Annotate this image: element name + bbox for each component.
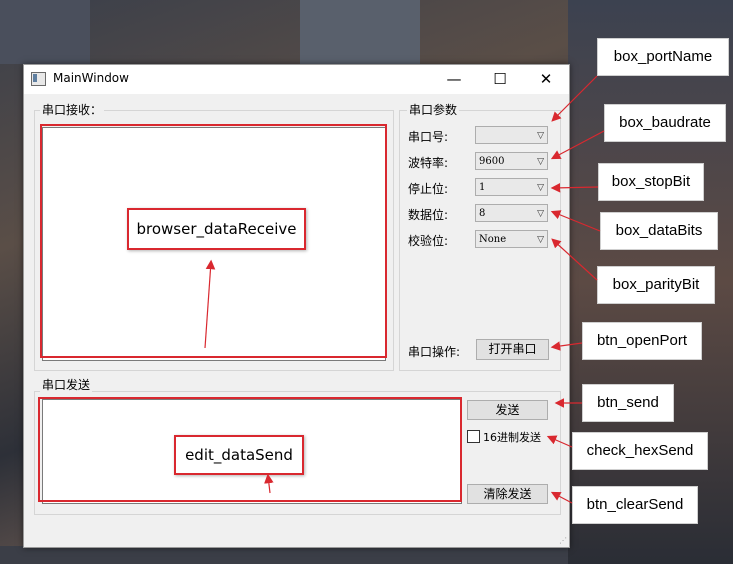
- arrow-open-port: [550, 341, 583, 351]
- arrow-data-bits: [550, 210, 601, 232]
- arrow-baudrate: [550, 130, 605, 160]
- annotation-arrows: [204, 75, 605, 504]
- arrow-receive: [204, 259, 216, 349]
- arrow-send-edit: [264, 473, 274, 494]
- arrow-clear-send: [550, 491, 573, 504]
- arrow-port-name: [551, 75, 598, 122]
- arrow-hex-send: [546, 435, 573, 448]
- arrow-parity-bit: [551, 238, 598, 281]
- arrow-stop-bit: [550, 183, 599, 193]
